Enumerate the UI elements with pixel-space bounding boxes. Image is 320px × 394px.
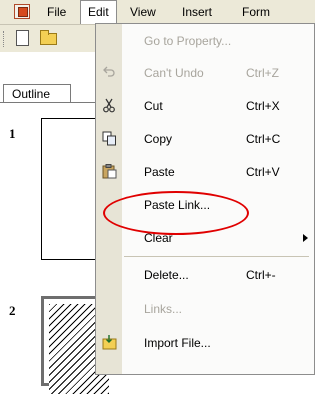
undo-icon [103,66,115,77]
import-file-label: Import File... [144,336,211,350]
menu-file[interactable]: File [40,0,73,24]
copy-icon [102,131,116,146]
menu-edit-label: Edit [88,5,109,19]
paste-shortcut: Ctrl+V [246,165,280,179]
cut-label: Cut [144,99,163,113]
menu-insert[interactable]: Insert [175,0,219,24]
paste-label: Paste [144,165,175,179]
menu-item-undo[interactable]: Can't Undo Ctrl+Z [96,58,316,88]
clipboard-icon [102,164,117,179]
menu-format-label: Form [242,5,270,19]
delete-shortcut: Ctrl+- [246,268,276,282]
go-to-property-label: Go to Property... [144,34,232,48]
standard-toolbar [0,25,100,52]
menu-separator [124,256,309,257]
menu-item-import-file[interactable]: Import File... [96,328,316,358]
import-file-icon [102,335,117,350]
tab-outline[interactable]: Outline [3,84,71,103]
menu-file-label: File [47,5,67,19]
cut-shortcut: Ctrl+X [246,99,280,113]
slide-number-2: 2 [9,303,16,318]
menu-item-cut[interactable]: Cut Ctrl+X [96,91,316,121]
menu-item-links[interactable]: Links... [96,294,316,324]
slide-thumbnail-1[interactable] [41,118,103,260]
toolbar-grip[interactable] [3,31,6,47]
slide-thumbnail-2[interactable] [41,296,109,394]
delete-label: Delete... [144,268,189,282]
menu-edit[interactable]: Edit [80,0,117,24]
menu-view[interactable]: View [123,0,163,24]
menu-item-go-to-property[interactable]: Go to Property... [96,26,316,56]
copy-label: Copy [144,132,173,146]
open-folder-icon[interactable] [40,30,57,45]
undo-label: Can't Undo [144,66,204,80]
menu-item-paste[interactable]: Paste Ctrl+V [96,157,316,187]
links-label: Links... [144,302,183,316]
tab-divider [0,102,100,103]
undo-shortcut: Ctrl+Z [246,66,279,80]
new-document-icon[interactable] [16,30,29,46]
app-icon[interactable] [14,4,30,19]
highlight-ring [103,191,249,235]
slide-number-1: 1 [9,126,16,141]
menu-bar: File Edit View Insert Form [0,0,315,25]
menu-format[interactable]: Form [235,0,277,24]
copy-shortcut: Ctrl+C [246,132,281,146]
scissors-icon [103,98,115,113]
menu-item-copy[interactable]: Copy Ctrl+C [96,124,316,154]
menu-insert-label: Insert [182,5,213,19]
menu-item-delete[interactable]: Delete... Ctrl+- [96,260,316,290]
submenu-arrow-icon [303,234,308,242]
menu-view-label: View [130,5,156,19]
